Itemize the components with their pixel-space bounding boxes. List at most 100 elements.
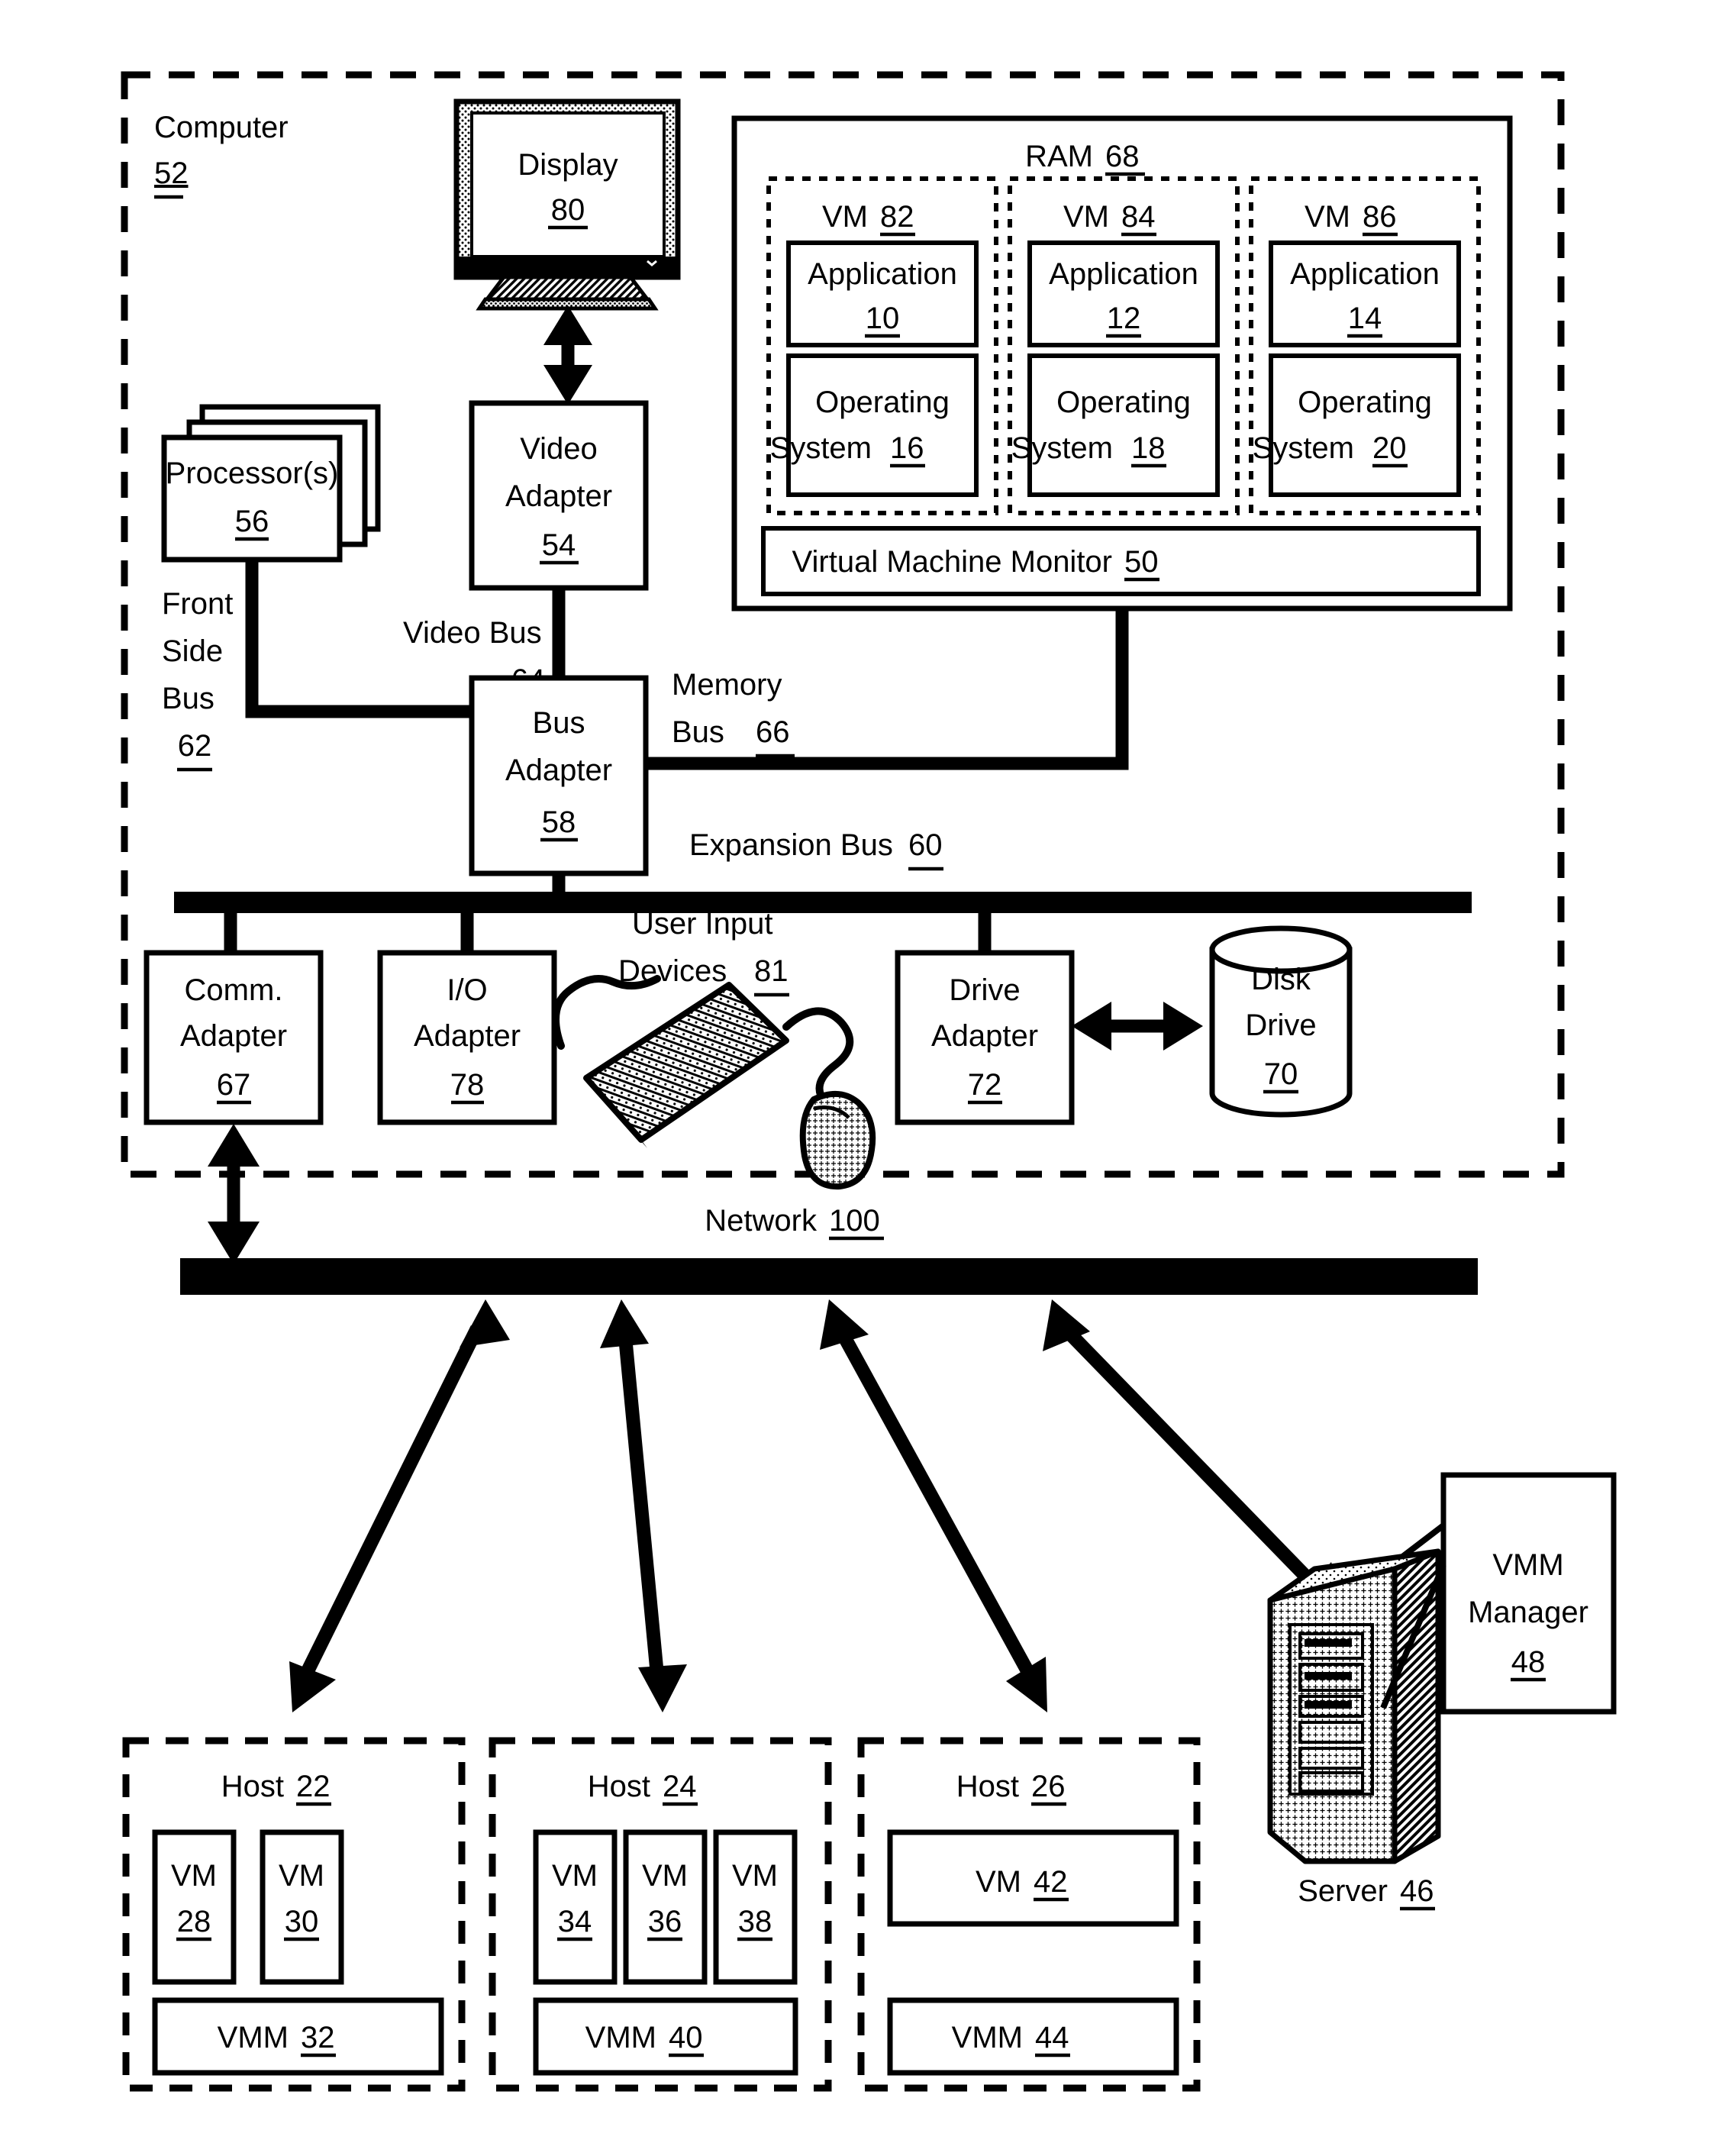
bus-adapter-box: Bus Adapter 58 xyxy=(469,675,649,876)
ram-label: RAM xyxy=(1025,140,1093,173)
disk-drive-line1: Disk xyxy=(1251,963,1311,996)
vmm-manager-box: VMM Manager 48 xyxy=(1440,1472,1617,1715)
host-2-vmm-label: VMM xyxy=(952,2021,1023,2054)
host-0-vmm-ref: 32 xyxy=(301,2021,335,2054)
ram-vm-0-os-line2: System xyxy=(770,431,872,465)
host-1-vmm-box xyxy=(533,1997,798,2076)
comm-adapter-label-line2: Adapter xyxy=(180,1019,287,1053)
vmm-manager-line2: Manager xyxy=(1468,1596,1588,1629)
video-bus-label: Video Bus xyxy=(403,616,542,650)
host-0-ref: 22 xyxy=(296,1770,331,1803)
comm-adapter-ref: 67 xyxy=(217,1068,251,1102)
comm-adapter-box: Comm. Adapter 67 xyxy=(144,950,324,1125)
front-side-bus-line2: Side xyxy=(162,634,223,668)
ram-vm-0-app-label: Application xyxy=(808,257,957,291)
memory-bus-line1: Memory xyxy=(672,668,782,702)
host-0-vm-0-label: VM xyxy=(171,1859,217,1893)
host-2-label: Host xyxy=(956,1770,1019,1803)
display-ref: 80 xyxy=(551,193,585,227)
ram-vm-0-label: VM xyxy=(822,200,868,234)
vmm-manager-line1: VMM xyxy=(1492,1548,1563,1582)
bus-adapter-label-line1: Bus xyxy=(533,706,585,740)
ram-vm-0-app-ref: 10 xyxy=(866,302,900,335)
expansion-bus-label: Expansion Bus xyxy=(689,828,893,862)
ram-vm-1-os-line2: System xyxy=(1011,431,1113,465)
architecture-diagram: Computer 52 Display 80 Video Adapter 54 xyxy=(0,0,1719,2156)
io-adapter-box: I/O Adapter 78 xyxy=(377,950,557,1125)
comm-adapter-label-line1: Comm. xyxy=(185,973,283,1007)
drive-adapter-ref: 72 xyxy=(968,1068,1002,1102)
drive-adapter-box: Drive Adapter 72 xyxy=(895,950,1075,1125)
ram-vmm-box: Virtual Machine Monitor 50 xyxy=(761,526,1481,596)
host-2-vmm-ref: 44 xyxy=(1035,2021,1069,2054)
disk-drive-line2: Drive xyxy=(1245,1009,1316,1042)
host-2-vm-0-label: VM xyxy=(976,1865,1021,1899)
ram-vm-1-app-label: Application xyxy=(1049,257,1198,291)
user-input-devices-line1: User Input xyxy=(632,907,773,941)
figure-canvas: Computer 52 Display 80 Video Adapter 54 xyxy=(0,0,1719,2156)
video-adapter-label-line1: Video xyxy=(520,432,598,466)
ram-vm-2-os-line2: System xyxy=(1253,431,1354,465)
host-0-vm-1-ref: 30 xyxy=(285,1905,319,1938)
display-monitor: Display 80 xyxy=(453,98,681,311)
host-1-vm-2-ref: 38 xyxy=(738,1905,772,1938)
host-2-vm-0-ref: 42 xyxy=(1034,1865,1068,1899)
server-ref: 46 xyxy=(1400,1874,1434,1908)
expansion-bus-ref: 60 xyxy=(908,828,943,862)
host-2-ref: 26 xyxy=(1031,1770,1066,1803)
host-1-vm-1-label: VM xyxy=(642,1859,688,1893)
host-0-label: Host xyxy=(221,1770,284,1803)
host-1-ref: 24 xyxy=(663,1770,697,1803)
ram-vm-1-os-line1: Operating xyxy=(1056,386,1191,419)
host-0-vm-1-label: VM xyxy=(279,1859,324,1893)
ram-vm-0-os-ref: 16 xyxy=(890,431,924,465)
host-2-vmm-box xyxy=(887,1997,1179,2076)
host-1-vm-2-label: VM xyxy=(732,1859,778,1893)
ram-vm-2-os-line1: Operating xyxy=(1298,386,1432,419)
server-label: Server xyxy=(1298,1874,1388,1908)
processors-label: Processor(s) xyxy=(166,457,339,490)
ram-vm-0-ref: 82 xyxy=(880,200,914,234)
video-adapter-box: Video Adapter 54 xyxy=(469,400,649,591)
drive-adapter-label-line2: Adapter xyxy=(931,1019,1038,1053)
ram-vm-1-label: VM xyxy=(1063,200,1109,234)
ram-vmm-label: Virtual Machine Monitor xyxy=(792,545,1112,579)
processors-box: Processor(s) 56 xyxy=(161,404,381,563)
host-0-vm-0-ref: 28 xyxy=(177,1905,211,1938)
vmm-manager-ref: 48 xyxy=(1511,1645,1546,1679)
memory-bus-line2: Bus xyxy=(672,715,724,749)
bus-adapter-label-line2: Adapter xyxy=(505,754,612,787)
front-side-bus-line3: Bus xyxy=(162,682,214,715)
video-adapter-label-line2: Adapter xyxy=(505,479,612,513)
ram-vm-2-app-label: Application xyxy=(1290,257,1440,291)
host-1-label: Host xyxy=(588,1770,650,1803)
ram-vm-0-os-line1: Operating xyxy=(815,386,950,419)
bus-adapter-ref: 58 xyxy=(542,805,576,839)
memory-bus-ref: 66 xyxy=(756,715,790,749)
ram-vm-1-app-ref: 12 xyxy=(1107,302,1141,335)
host-1-vm-0-label: VM xyxy=(552,1859,598,1893)
ram-vm-2-app-ref: 14 xyxy=(1348,302,1382,335)
host-1-vmm-label: VMM xyxy=(585,2021,656,2054)
ram-vm-2-label: VM xyxy=(1305,200,1350,234)
host-0-vmm-label: VMM xyxy=(218,2021,289,2054)
network-ref: 100 xyxy=(829,1204,880,1238)
network-label: Network xyxy=(705,1204,818,1238)
server-tower-icon xyxy=(1267,1548,1441,1864)
ram-vm-2-os-ref: 20 xyxy=(1372,431,1407,465)
host-1-vm-1-ref: 36 xyxy=(648,1905,682,1938)
ram-vm-1-os-ref: 18 xyxy=(1131,431,1166,465)
computer-label: Computer xyxy=(154,111,289,144)
io-adapter-label-line1: I/O xyxy=(447,973,487,1007)
computer-ref: 52 xyxy=(154,157,189,190)
processors-ref: 56 xyxy=(235,505,269,538)
io-adapter-ref: 78 xyxy=(450,1068,485,1102)
ram-vmm-ref: 50 xyxy=(1124,545,1159,579)
network-bar xyxy=(180,1258,1478,1295)
front-side-bus-ref: 62 xyxy=(178,729,212,763)
front-side-bus-line1: Front xyxy=(162,587,233,621)
io-adapter-label-line2: Adapter xyxy=(414,1019,521,1053)
ram-vm-2-ref: 86 xyxy=(1363,200,1397,234)
disk-drive-cylinder: Disk Drive 70 xyxy=(1209,925,1353,1118)
disk-drive-ref: 70 xyxy=(1264,1057,1298,1091)
